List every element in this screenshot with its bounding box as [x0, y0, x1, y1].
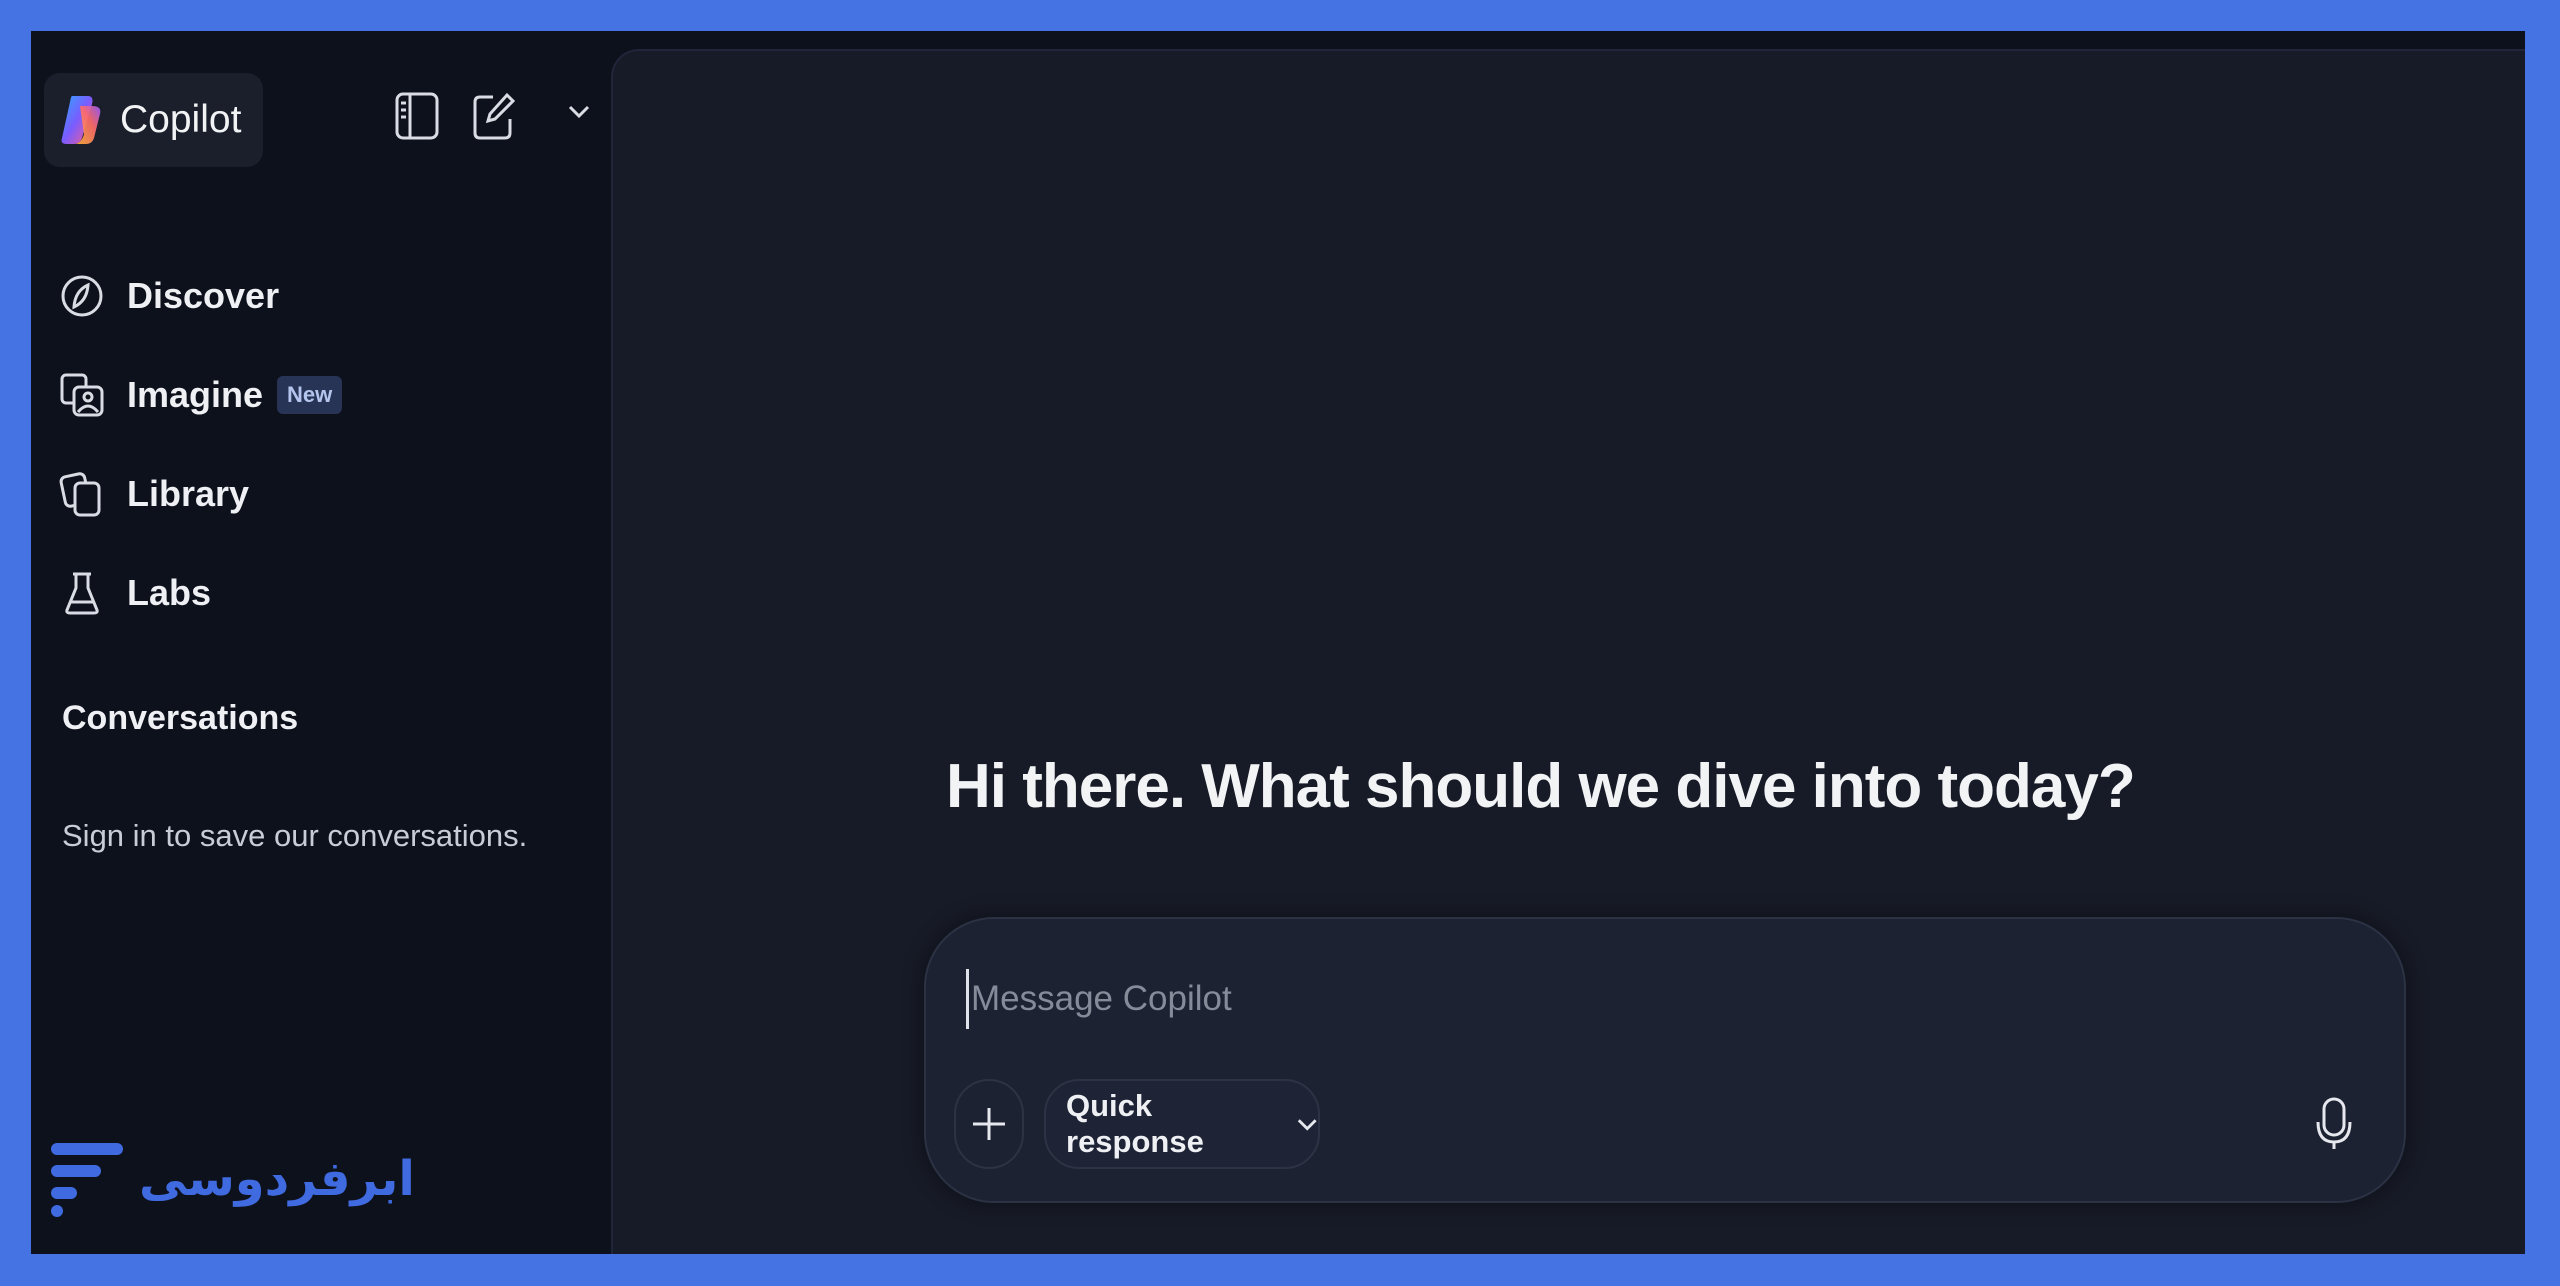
image-gallery-icon [60, 373, 104, 417]
new-chat-button[interactable] [471, 91, 517, 141]
new-chat-dropdown[interactable] [566, 101, 592, 121]
microphone-icon [2316, 1097, 2352, 1149]
toggle-sidebar-button[interactable] [394, 91, 440, 141]
greeting-heading: Hi there. What should we dive into today… [946, 752, 2136, 821]
plus-icon [973, 1108, 1005, 1140]
brand-label: Copilot [120, 98, 242, 141]
compass-icon [61, 275, 103, 317]
response-mode-select[interactable]: Quick response [1044, 1079, 1320, 1169]
response-mode-label: Quick response [1066, 1088, 1204, 1159]
sidebar: Copilot Discover Imagine New Library Lab… [31, 31, 611, 1254]
message-composer: Quick response [924, 917, 2406, 1203]
copilot-logo-icon [61, 96, 101, 144]
conversations-signin-hint: Sign in to save our conversations. [62, 818, 528, 853]
copilot-app-window: Copilot Discover Imagine New Library Lab… [31, 31, 2525, 1254]
sidebar-panel-icon [395, 92, 439, 140]
chevron-down-icon [568, 105, 590, 119]
sidebar-item-label: Labs [127, 572, 212, 613]
watermark-text: ابرفردوسی [139, 1151, 415, 1207]
brand-lines-icon [51, 1143, 123, 1217]
library-icon [59, 472, 101, 517]
message-input[interactable] [966, 969, 2266, 1029]
conversations-heading: Conversations [62, 699, 299, 737]
sidebar-item-labs[interactable]: Labs [59, 559, 211, 627]
sidebar-item-discover[interactable]: Discover [59, 262, 279, 330]
voice-input-button[interactable] [2304, 1094, 2364, 1154]
chevron-down-icon [1297, 1119, 1317, 1131]
brand-button[interactable]: Copilot [44, 73, 263, 167]
add-attachment-button[interactable] [954, 1079, 1024, 1169]
compose-icon [473, 92, 516, 140]
new-badge: New [277, 376, 343, 414]
sidebar-item-label: Imagine [127, 374, 264, 415]
flask-icon [65, 572, 99, 615]
sidebar-item-imagine[interactable]: Imagine New [59, 361, 343, 429]
sidebar-item-label: Library [127, 473, 250, 514]
sidebar-item-label: Discover [127, 275, 280, 316]
main-panel: Hi there. What should we dive into today… [611, 49, 2525, 1254]
watermark-logo: ابرفردوسی [47, 1139, 415, 1219]
sidebar-item-library[interactable]: Library [59, 460, 249, 528]
